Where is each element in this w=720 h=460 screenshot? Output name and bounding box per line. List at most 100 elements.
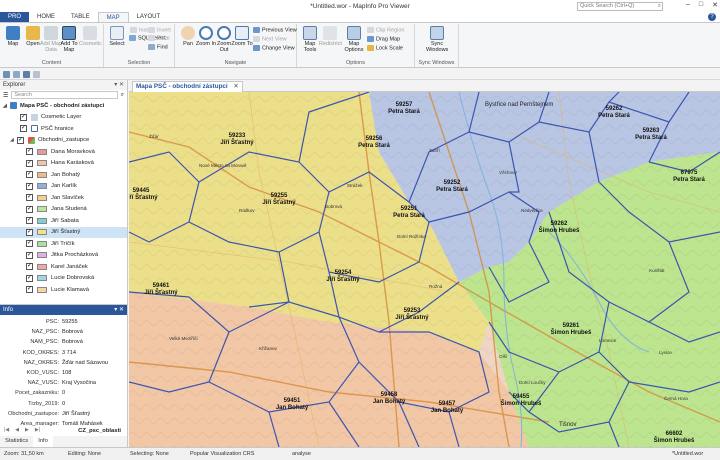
legend-item[interactable]: ✓ Jiří Tríčík (0, 238, 127, 250)
tab-map[interactable]: MAP (97, 12, 129, 22)
legend-checkbox[interactable]: ✓ (26, 286, 33, 294)
cursor-icon (110, 26, 124, 40)
explorer-search-input[interactable]: Search (11, 91, 118, 99)
add-to-map-button[interactable]: Add To Map (58, 26, 80, 53)
layers-toolbar-icon[interactable] (3, 71, 10, 78)
status-analyse[interactable]: analyse (292, 448, 311, 460)
legend-item[interactable]: ✓ Jan Slavíček (0, 192, 127, 204)
legend-checkbox[interactable]: ✓ (26, 240, 33, 248)
table-toolbar-icon[interactable] (13, 71, 20, 78)
legend-item[interactable]: ✓ Karel Janáček (0, 261, 127, 273)
legend-checkbox[interactable]: ✓ (26, 274, 33, 282)
clip-region-button[interactable]: Clip Region (367, 27, 404, 34)
map-tab-close-icon[interactable]: ✕ (233, 82, 238, 92)
map-tools-button[interactable]: Map Tools (299, 26, 321, 53)
window-toolbar-icon[interactable] (23, 71, 30, 78)
tab-statistics[interactable]: Statistics (0, 436, 33, 447)
legend-swatch (37, 286, 47, 293)
next-view-label: Next View (262, 36, 287, 43)
status-zoom[interactable]: Zoom: 31,50 km (4, 448, 44, 460)
map-options-button[interactable]: Map Options (343, 26, 365, 53)
last-record-icon[interactable]: ▶| (35, 427, 40, 433)
legend-item[interactable]: ✓ Jiří Šťastný (0, 226, 127, 238)
psc-agent-label: Jan Bohatý (276, 405, 309, 411)
legend-checkbox[interactable]: ✓ (26, 217, 33, 225)
layer-checkbox[interactable]: ✓ (20, 113, 27, 121)
maximize-icon[interactable]: □ (699, 1, 703, 9)
legend-item[interactable]: ✓ Jan Karlík (0, 181, 127, 193)
select-button[interactable]: Select (106, 26, 128, 47)
layer-checkbox[interactable]: ✓ (17, 136, 24, 144)
psc-code-label: 59445 (133, 188, 150, 194)
polygon-layer-icon (31, 125, 38, 133)
legend-item[interactable]: ✓ Jitka Procházková (0, 250, 127, 262)
collapse-icon[interactable]: ◢ (3, 103, 9, 109)
pin-icon[interactable]: ▾ ✕ (114, 80, 124, 90)
tab-info[interactable]: Info (33, 436, 53, 447)
legend-item[interactable]: ✓ Jana Studená (0, 204, 127, 216)
info-value: Žďár nad Sázavou (62, 359, 109, 366)
tree-layer-psc-hranice[interactable]: ✓ PSČ hranice (0, 123, 127, 135)
lock-scale-button[interactable]: Lock Scale (367, 45, 403, 52)
close-icon[interactable]: ✕ (712, 1, 718, 9)
legend-checkbox[interactable]: ✓ (26, 263, 33, 271)
drag-map-label: Drag Map (376, 36, 401, 43)
legend-checkbox[interactable]: ✓ (26, 194, 33, 202)
status-crs[interactable]: Popular Visualization CRS (190, 448, 254, 460)
legend-item[interactable]: ✓ Lucie Dobrovská (0, 273, 127, 285)
tab-table[interactable]: TABLE (63, 12, 98, 22)
help-icon[interactable]: ? (708, 13, 716, 21)
map-document-tab[interactable]: Mapa PSČ - obchodní zástupci ✕ (132, 81, 243, 92)
status-editing[interactable]: Editing: None (68, 448, 101, 460)
sync-windows-button[interactable]: Sync Windows (426, 26, 448, 53)
minimize-icon[interactable]: – (686, 1, 690, 9)
legend-checkbox[interactable]: ✓ (26, 228, 33, 236)
tab-home[interactable]: HOME (29, 12, 63, 22)
explorer-title: Explorer (3, 82, 26, 88)
layer-checkbox[interactable]: ✓ (20, 125, 27, 133)
explorer-menu-icon[interactable]: ☰ (3, 92, 8, 99)
zoom-to-button[interactable]: Zoom To (231, 26, 253, 47)
legend-checkbox[interactable]: ✓ (26, 205, 33, 213)
legend-item[interactable]: ✓ Dana Moravková (0, 146, 127, 158)
legend-checkbox[interactable]: ✓ (26, 148, 33, 156)
prev-record-icon[interactable]: ◀ (15, 427, 19, 433)
legend-checkbox[interactable]: ✓ (26, 159, 33, 167)
list-toolbar-icon[interactable] (33, 71, 40, 78)
map-node-icon (10, 102, 17, 110)
legend-item[interactable]: ✓ Hana Karásková (0, 158, 127, 170)
clear-button[interactable]: Clear (148, 35, 170, 42)
explorer-search-icon[interactable]: ⌕ (121, 92, 124, 99)
legend-checkbox[interactable]: ✓ (26, 171, 33, 179)
tab-layout[interactable]: LAYOUT (129, 12, 169, 22)
legend-item[interactable]: ✓ Jan Bohatý (0, 169, 127, 181)
legend-item[interactable]: ✓ Jiří Sabata (0, 215, 127, 227)
map-button-label: Map (7, 41, 19, 47)
legend-checkbox[interactable]: ✓ (26, 182, 33, 190)
change-view-button[interactable]: Change View (253, 45, 295, 52)
invert-button[interactable]: Invert (148, 27, 171, 34)
tree-map-node[interactable]: ◢ Mapa PSČ - obchodní zástupci (0, 100, 127, 112)
previous-view-button[interactable]: Previous View (253, 27, 297, 34)
tab-pro[interactable]: PRO (0, 12, 30, 22)
collapse-icon[interactable]: ◢ (10, 137, 16, 143)
drag-map-button[interactable]: Drag Map (367, 36, 400, 43)
quick-search-input[interactable]: Quick Search (Ctrl+Q) ⌕ (577, 2, 663, 11)
place-label: Černá Hora (664, 395, 688, 401)
legend-item[interactable]: ✓ Lucie Klamavá (0, 284, 127, 296)
map-canvas[interactable]: Bystřice nad Pernštejnem Nové Město na M… (129, 92, 720, 447)
next-record-icon[interactable]: ▶ (25, 427, 29, 433)
tree-layer-obchodni-zastupce[interactable]: ◢ ✓ Obchodni_zastupce (0, 135, 127, 147)
redistrict-button[interactable]: Redistrict (319, 26, 342, 47)
legend-swatch (37, 252, 47, 259)
status-selecting[interactable]: Selecting: None (130, 448, 169, 460)
info-close-icon[interactable]: ▾ ✕ (114, 305, 124, 315)
first-record-icon[interactable]: |◀ (4, 427, 9, 433)
find-button[interactable]: Find (148, 44, 168, 51)
cosmetic-button[interactable]: Cosmetic (79, 26, 102, 47)
next-view-button[interactable]: Next View (253, 36, 287, 43)
legend-checkbox[interactable]: ✓ (26, 251, 33, 259)
tree-layer-cosmetic[interactable]: ✓ Cosmetic Layer (0, 112, 127, 124)
map-button[interactable]: Map (2, 26, 24, 47)
place-label: Dolní Rožínka (397, 234, 426, 239)
